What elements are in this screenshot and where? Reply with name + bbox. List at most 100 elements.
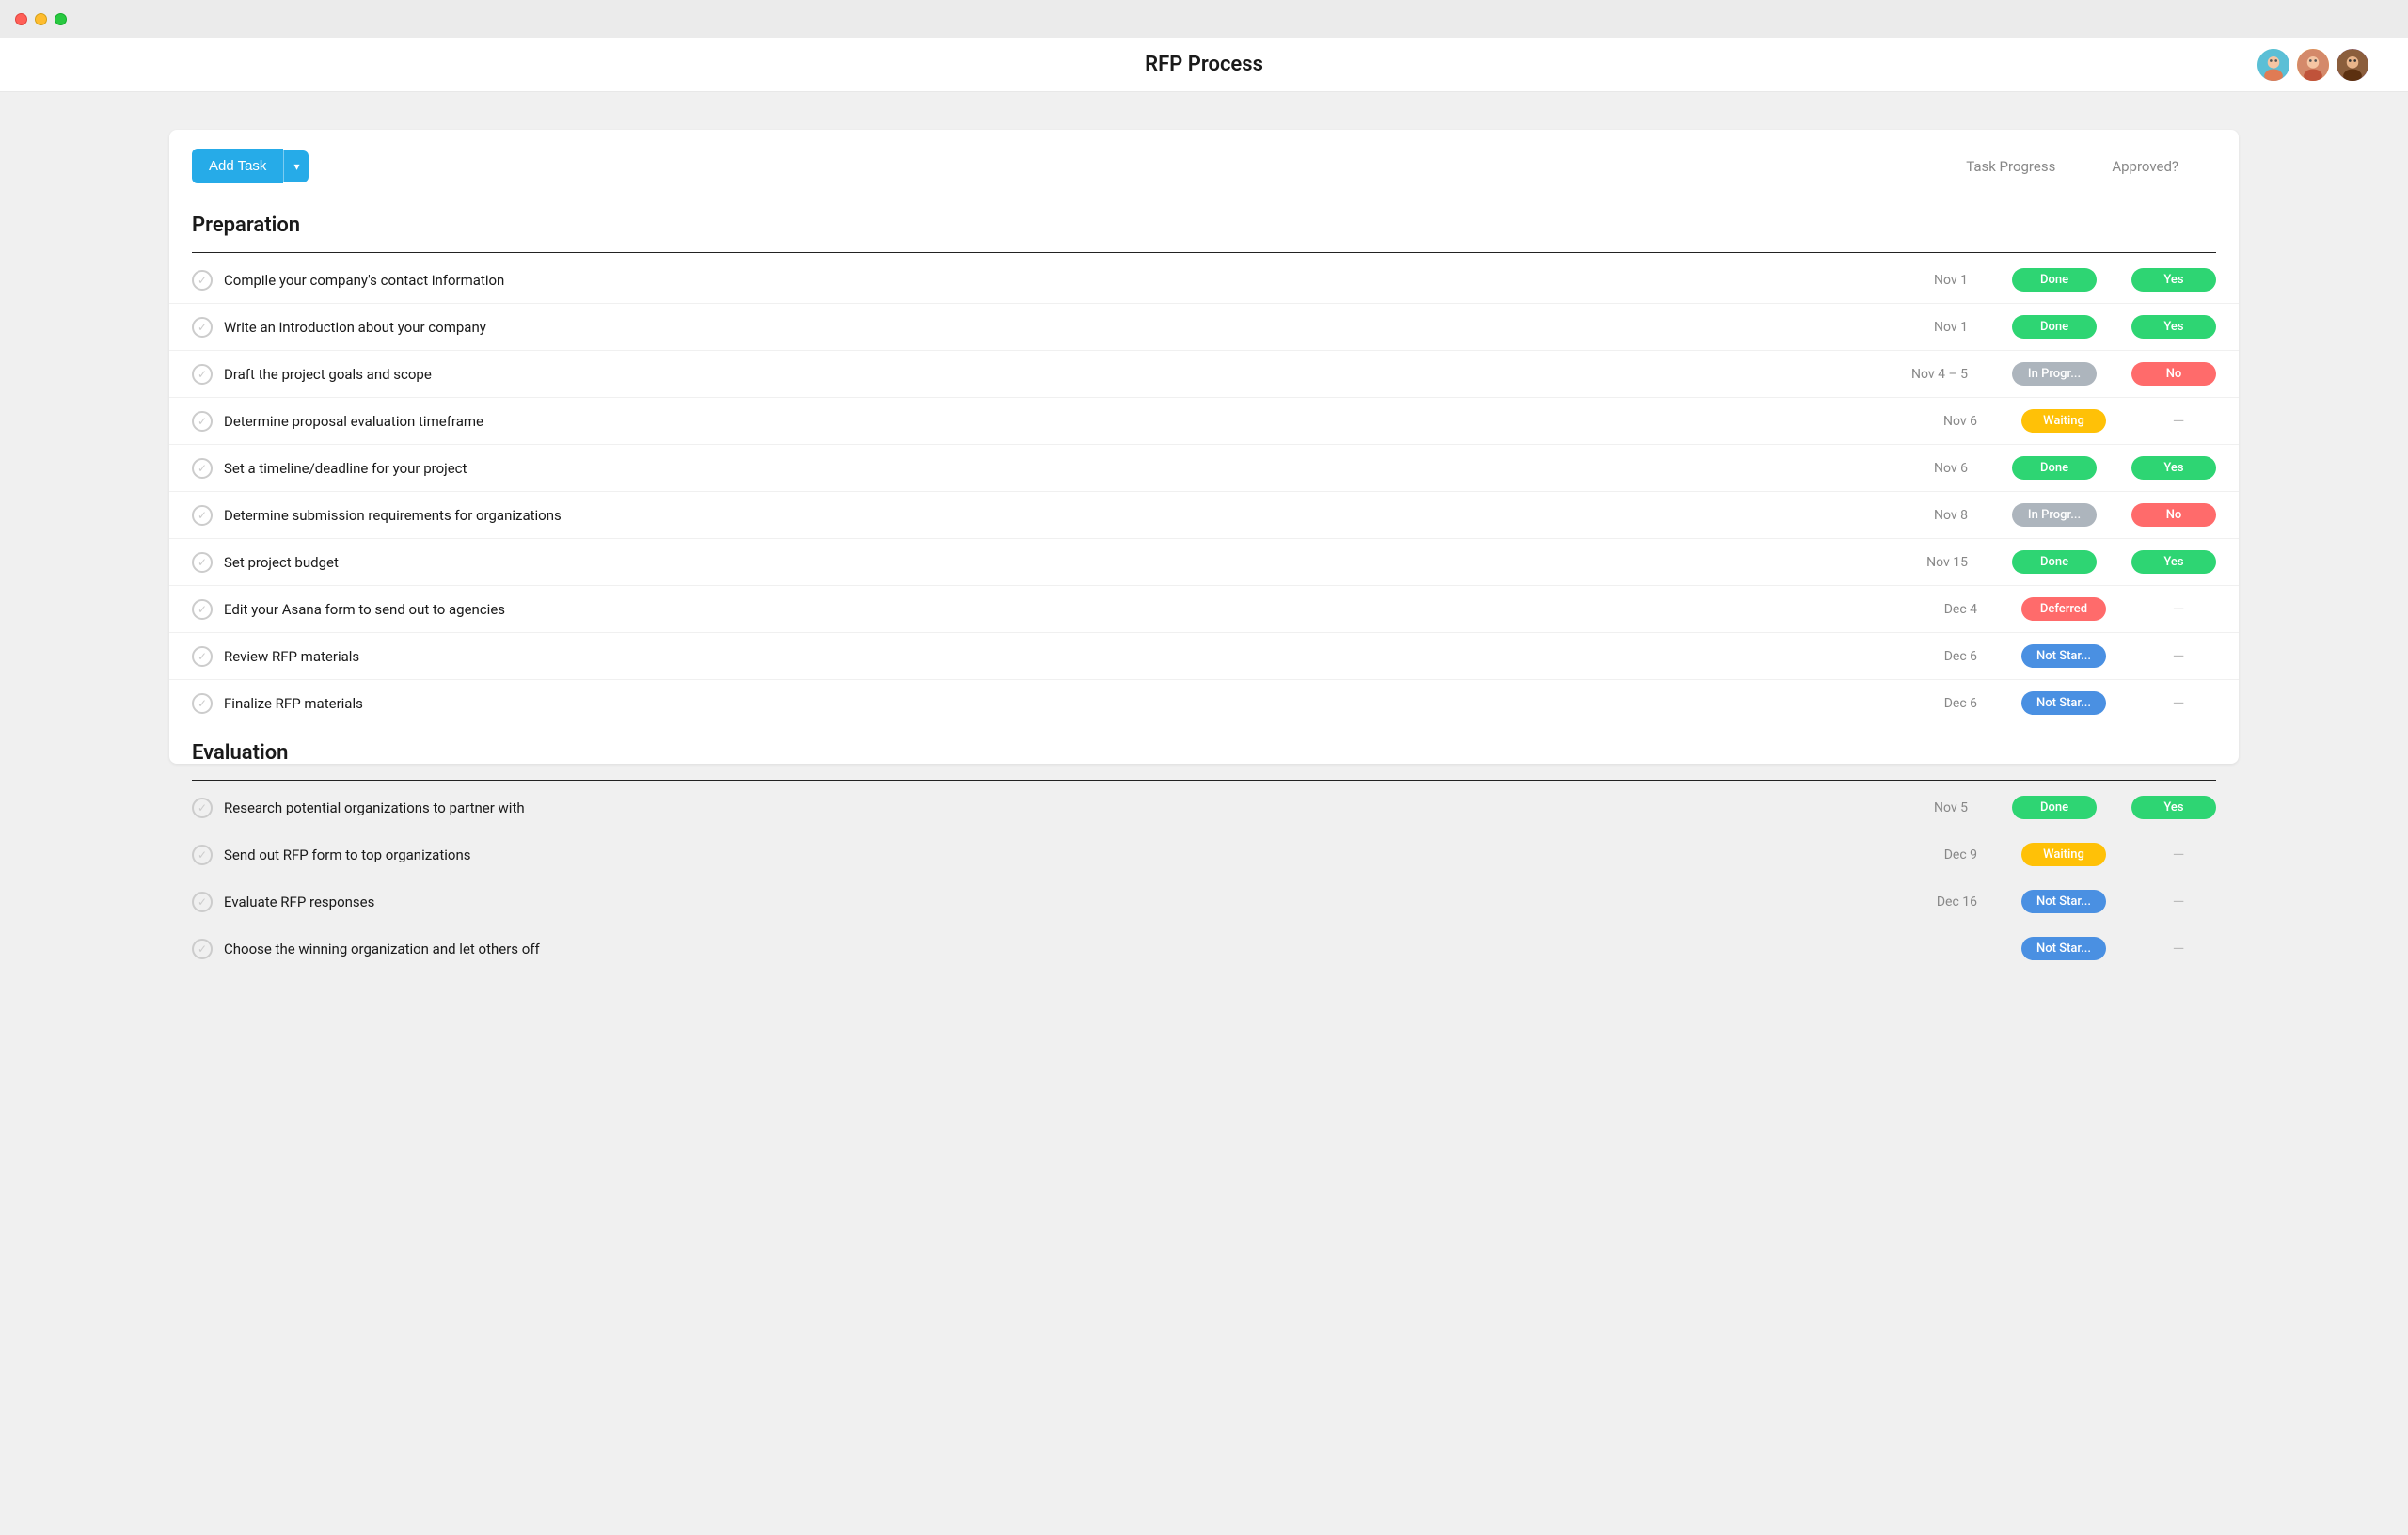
task-progress: Not Star... xyxy=(2017,937,2111,960)
task-date: Dec 4 xyxy=(1902,602,1977,617)
avatar-2[interactable] xyxy=(2295,47,2331,83)
task-date: Dec 6 xyxy=(1902,649,1977,664)
task-row: ✓ Finalize RFP materials Dec 6 Not Star.… xyxy=(169,680,2239,726)
task-name: Finalize RFP materials xyxy=(224,695,1891,712)
task-checkbox[interactable]: ✓ xyxy=(192,364,213,385)
task-name: Compile your company's contact informati… xyxy=(224,272,1881,289)
toolbar-right: Task Progress Approved? xyxy=(1966,158,2216,175)
task-checkbox[interactable]: ✓ xyxy=(192,892,213,912)
task-approved: No xyxy=(2131,503,2216,527)
add-task-dropdown-button[interactable]: ▾ xyxy=(283,150,309,182)
task-progress: Done xyxy=(2007,268,2101,292)
task-approved: — xyxy=(2141,647,2216,665)
task-approved: Yes xyxy=(2131,550,2216,574)
add-task-button[interactable]: Add Task xyxy=(192,149,283,183)
task-name: Research potential organizations to part… xyxy=(224,799,1881,816)
task-checkbox[interactable]: ✓ xyxy=(192,798,213,818)
task-approved: — xyxy=(2141,846,2216,863)
task-checkbox[interactable]: ✓ xyxy=(192,458,213,479)
task-approved: Yes xyxy=(2131,796,2216,819)
task-approved: Yes xyxy=(2131,315,2216,339)
task-checkbox[interactable]: ✓ xyxy=(192,411,213,432)
task-progress: Deferred xyxy=(2017,597,2111,621)
section-header-evaluation: Evaluation xyxy=(169,726,2239,772)
minimize-button[interactable] xyxy=(35,13,47,25)
task-date: Nov 15 xyxy=(1893,555,1968,570)
task-checkbox[interactable]: ✓ xyxy=(192,317,213,338)
task-progress: Done xyxy=(2007,796,2101,819)
task-name: Determine submission requirements for or… xyxy=(224,507,1881,524)
task-name: Review RFP materials xyxy=(224,648,1891,665)
avatar-3[interactable] xyxy=(2335,47,2370,83)
close-button[interactable] xyxy=(15,13,27,25)
task-card: Add Task ▾ Task Progress Approved? Prepa… xyxy=(169,130,2239,764)
task-checkbox[interactable]: ✓ xyxy=(192,845,213,865)
task-name: Evaluate RFP responses xyxy=(224,894,1891,910)
section-evaluation: Evaluation ✓ Research potential organiza… xyxy=(169,726,2239,741)
task-approved: Yes xyxy=(2131,268,2216,292)
task-checkbox[interactable]: ✓ xyxy=(192,552,213,573)
task-progress: In Progr... xyxy=(2007,362,2101,386)
task-date: Dec 9 xyxy=(1902,847,1977,862)
title-bar xyxy=(0,0,2408,38)
task-date: Dec 6 xyxy=(1902,696,1977,711)
task-row: ✓ Set a timeline/deadline for your proje… xyxy=(169,445,2239,492)
section-divider-preparation xyxy=(192,252,2216,253)
task-progress: Done xyxy=(2007,550,2101,574)
task-name: Set project budget xyxy=(224,554,1881,571)
toolbar-left: Add Task ▾ xyxy=(192,149,309,183)
task-name: Set a timeline/deadline for your project xyxy=(224,460,1881,477)
task-progress: Done xyxy=(2007,456,2101,480)
task-approved: — xyxy=(2141,940,2216,957)
avatar-1[interactable] xyxy=(2256,47,2291,83)
task-name: Send out RFP form to top organizations xyxy=(224,847,1891,863)
task-name: Determine proposal evaluation timeframe xyxy=(224,413,1891,430)
approved-column-header: Approved? xyxy=(2112,158,2178,175)
task-date: Nov 6 xyxy=(1902,414,1977,429)
task-progress: In Progr... xyxy=(2007,503,2101,527)
task-checkbox[interactable]: ✓ xyxy=(192,646,213,667)
task-progress: Not Star... xyxy=(2017,644,2111,668)
task-date: Nov 4 – 5 xyxy=(1893,367,1968,382)
section-divider-evaluation xyxy=(192,780,2216,781)
task-row: ✓ Write an introduction about your compa… xyxy=(169,304,2239,351)
task-row: ✓ Edit your Asana form to send out to ag… xyxy=(169,586,2239,633)
task-date: Nov 1 xyxy=(1893,320,1968,335)
task-row: ✓ Choose the winning organization and le… xyxy=(169,926,2239,972)
task-checkbox[interactable]: ✓ xyxy=(192,505,213,526)
task-checkbox[interactable]: ✓ xyxy=(192,270,213,291)
task-date: Nov 5 xyxy=(1893,800,1968,815)
task-progress-column-header: Task Progress xyxy=(1966,158,2055,175)
task-progress: Waiting xyxy=(2017,409,2111,433)
task-approved: — xyxy=(2141,600,2216,618)
page-title: RFP Process xyxy=(1145,53,1263,76)
task-progress: Waiting xyxy=(2017,843,2111,866)
task-checkbox[interactable]: ✓ xyxy=(192,599,213,620)
task-checkbox[interactable]: ✓ xyxy=(192,693,213,714)
task-name: Choose the winning organization and let … xyxy=(224,941,1891,957)
main-header: RFP Process xyxy=(0,38,2408,92)
toolbar: Add Task ▾ Task Progress Approved? xyxy=(169,130,2239,198)
task-row: ✓ Determine submission requirements for … xyxy=(169,492,2239,539)
task-row: ✓ Review RFP materials Dec 6 Not Star...… xyxy=(169,633,2239,680)
avatars-group xyxy=(2256,47,2370,83)
task-progress: Done xyxy=(2007,315,2101,339)
task-row: ✓ Evaluate RFP responses Dec 16 Not Star… xyxy=(169,878,2239,926)
task-row: ✓ Research potential organizations to pa… xyxy=(169,784,2239,831)
task-row: ✓ Set project budget Nov 15 Done Yes xyxy=(169,539,2239,586)
task-row: ✓ Draft the project goals and scope Nov … xyxy=(169,351,2239,398)
task-checkbox[interactable]: ✓ xyxy=(192,939,213,959)
task-row: ✓ Determine proposal evaluation timefram… xyxy=(169,398,2239,445)
task-approved: No xyxy=(2131,362,2216,386)
task-date: Nov 8 xyxy=(1893,508,1968,523)
task-approved: — xyxy=(2141,412,2216,430)
content-area: Add Task ▾ Task Progress Approved? Prepa… xyxy=(0,92,2408,801)
maximize-button[interactable] xyxy=(55,13,67,25)
section-title-evaluation: Evaluation xyxy=(192,741,2216,765)
task-row: ✓ Send out RFP form to top organizations… xyxy=(169,831,2239,878)
task-date: Nov 1 xyxy=(1893,273,1968,288)
task-date: Dec 16 xyxy=(1902,894,1977,910)
task-approved: Yes xyxy=(2131,456,2216,480)
task-row: ✓ Compile your company's contact informa… xyxy=(169,257,2239,304)
section-preparation: Preparation ✓ Compile your company's con… xyxy=(169,198,2239,726)
